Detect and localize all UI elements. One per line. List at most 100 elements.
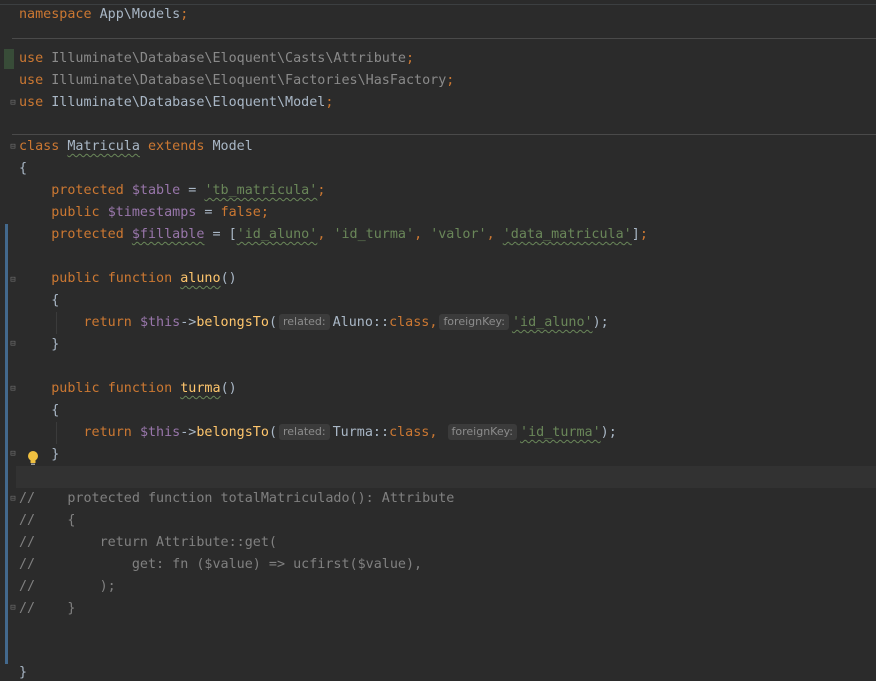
keyword-return: return: [83, 315, 132, 330]
keyword-function: function: [107, 271, 173, 286]
fold-marker-icon[interactable]: ⊟: [9, 495, 17, 504]
semicolon: ;: [639, 227, 648, 242]
parens: (): [220, 271, 237, 286]
string-literal: 'id_turma': [520, 425, 601, 440]
code-line-comment[interactable]: // {: [19, 510, 75, 532]
fold-marker-icon[interactable]: ⊟: [9, 450, 17, 459]
code-line-close-brace[interactable]: }: [19, 662, 27, 681]
code-line-comment[interactable]: // protected function totalMatriculado()…: [19, 488, 454, 510]
keyword-class: class: [389, 425, 430, 440]
parens: (): [220, 381, 237, 396]
code-editor[interactable]: ⊟ ⊟ ⊟ ⊟ ⊟ ⊟ ⊟ ⊟ namespace App\Models; us…: [0, 0, 876, 681]
comma: ,: [429, 425, 438, 440]
string-literal: 'valor': [430, 227, 487, 242]
fold-marker-icon[interactable]: ⊟: [9, 340, 17, 349]
code-line-use-model[interactable]: use Illuminate\Database\Eloquent\Model;: [19, 92, 333, 114]
lightbulb-icon[interactable]: [26, 450, 40, 466]
parameter-hint: related:: [279, 314, 330, 330]
parameter-hint: related:: [279, 424, 330, 440]
code-line-open-brace[interactable]: {: [19, 158, 27, 180]
editor-gutter[interactable]: ⊟ ⊟ ⊟ ⊟ ⊟ ⊟ ⊟ ⊟: [0, 0, 16, 681]
brace: {: [51, 293, 60, 308]
code-line-turma-method[interactable]: public function turma(): [19, 378, 237, 400]
method-separator: [12, 38, 876, 39]
method-separator: [12, 134, 876, 135]
import-path: Illuminate\Database\Eloquent\Model: [51, 95, 326, 110]
semicolon: ;: [405, 51, 415, 66]
semicolon: ;: [446, 73, 455, 88]
method-call: belongsTo: [196, 315, 269, 330]
semicolon: ;: [260, 205, 269, 220]
semicolon: ;: [180, 7, 189, 22]
code-line-close-brace[interactable]: }: [19, 334, 59, 356]
modified-change-marker[interactable]: [5, 224, 8, 664]
brace: {: [19, 161, 28, 176]
current-line-highlight: [16, 466, 876, 488]
fold-marker-icon[interactable]: ⊟: [9, 276, 17, 285]
code-line-comment[interactable]: // get: fn ($value) => ucfirst($value),: [19, 554, 422, 576]
bracket: ]: [631, 227, 640, 242]
comment-text: // {: [19, 513, 76, 528]
fold-marker-icon[interactable]: ⊟: [9, 99, 17, 108]
code-line-open-brace[interactable]: {: [19, 400, 59, 422]
parent-class: Model: [212, 139, 253, 154]
arrow-operator: ->: [180, 315, 197, 330]
import-path: Illuminate\Database\Eloquent\Casts\Attri…: [51, 51, 406, 66]
comment-text: // return Attribute::get(: [19, 535, 277, 550]
brace: {: [51, 403, 60, 418]
code-line-comment[interactable]: // return Attribute::get(: [19, 532, 277, 554]
comment-text: // get: fn ($value) => ucfirst($value),: [19, 557, 423, 572]
modifier: protected: [51, 183, 124, 198]
class-reference: Aluno::: [332, 315, 390, 330]
code-line-aluno-method[interactable]: public function aluno(): [19, 268, 237, 290]
code-line-turma-return[interactable]: return $this->belongsTo(related: Turma::c…: [19, 422, 617, 444]
comment-text: // }: [19, 601, 76, 616]
property-name: $fillable: [131, 227, 205, 242]
keyword-extends: extends: [148, 139, 205, 154]
brace: }: [19, 665, 28, 680]
code-line-timestamps-property[interactable]: public $timestamps = false;: [19, 202, 269, 224]
keyword-use: use: [19, 73, 44, 88]
paren-close: );: [592, 315, 609, 330]
comment-text: // );: [19, 579, 116, 594]
added-change-marker[interactable]: [4, 49, 14, 69]
keyword-use: use: [19, 95, 44, 110]
modifier: public: [51, 381, 100, 396]
keyword-namespace: namespace: [19, 7, 92, 22]
property-name: $table: [131, 183, 181, 198]
code-line-aluno-return[interactable]: return $this->belongsTo(related: Aluno::c…: [19, 312, 609, 334]
string-literal: 'id_aluno': [236, 227, 318, 242]
semicolon: ;: [325, 95, 334, 110]
fold-marker-icon[interactable]: ⊟: [9, 385, 17, 394]
code-line-namespace[interactable]: namespace App\Models;: [19, 4, 188, 26]
code-line-use-hasfactory[interactable]: use Illuminate\Database\Eloquent\Factori…: [19, 70, 454, 92]
bracket: [: [228, 227, 237, 242]
comment-text: // protected function totalMatriculado()…: [19, 491, 455, 506]
code-line-comment[interactable]: // }: [19, 598, 75, 620]
paren: (: [268, 425, 277, 440]
brace: }: [51, 337, 60, 352]
operator: =: [180, 183, 205, 198]
code-line-use-attribute[interactable]: use Illuminate\Database\Eloquent\Casts\A…: [19, 48, 414, 70]
paren-close: );: [600, 425, 617, 440]
keyword-function: function: [107, 381, 173, 396]
string-literal: 'id_turma': [333, 227, 415, 242]
string-literal: 'tb_matricula': [204, 183, 318, 198]
code-line-comment[interactable]: // );: [19, 576, 116, 598]
modifier: public: [51, 205, 100, 220]
fold-marker-icon[interactable]: ⊟: [9, 604, 17, 613]
property-name: $timestamps: [107, 205, 197, 220]
keyword-return: return: [83, 425, 132, 440]
code-line-fillable-property[interactable]: protected $fillable = ['id_aluno', 'id_t…: [19, 224, 648, 246]
string-literal: 'id_aluno': [511, 315, 593, 330]
code-line-open-brace[interactable]: {: [19, 290, 59, 312]
arrow-operator: ->: [180, 425, 197, 440]
modifier: protected: [51, 227, 124, 242]
keyword-class: class: [19, 139, 60, 154]
comma: ,: [429, 315, 438, 330]
code-line-table-property[interactable]: protected $table = 'tb_matricula';: [19, 180, 325, 202]
modifier: public: [51, 271, 100, 286]
namespace-name: App\Models: [99, 7, 181, 22]
fold-marker-icon[interactable]: ⊟: [9, 143, 17, 152]
code-line-class-declaration[interactable]: class Matricula extends Model: [19, 136, 253, 158]
